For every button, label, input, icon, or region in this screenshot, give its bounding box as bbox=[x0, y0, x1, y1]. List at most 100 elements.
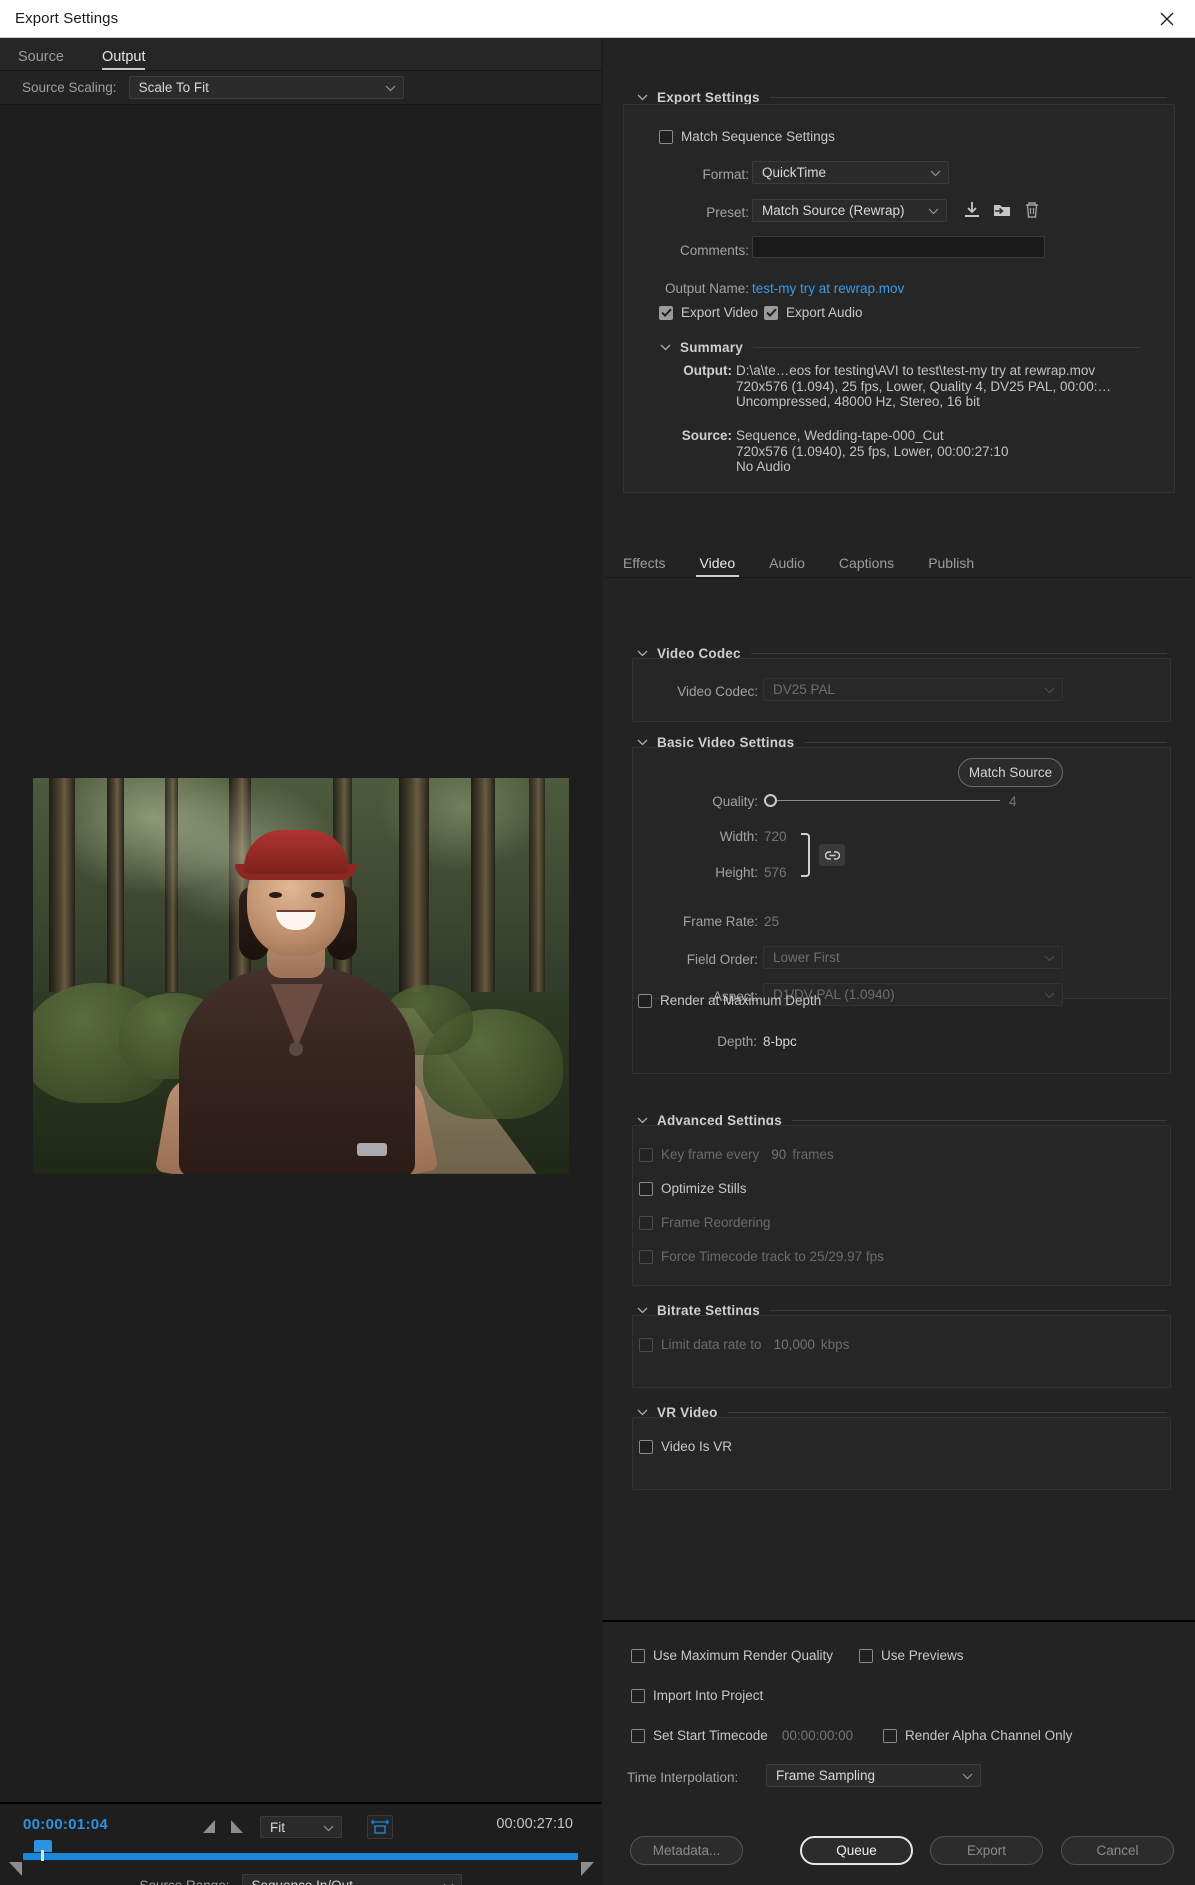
summary-group-header[interactable]: Summary bbox=[660, 340, 1140, 355]
render-max-depth-row[interactable]: Render at Maximum Depth bbox=[638, 993, 821, 1008]
preview-transport-bar: 00:00:01:04 00:00:27:10 Fit Source Range… bbox=[0, 1802, 601, 1885]
use-max-render-quality-label[interactable]: Use Maximum Render Quality bbox=[653, 1648, 833, 1663]
tab-video[interactable]: Video bbox=[695, 555, 740, 577]
video-is-vr-row[interactable]: Video Is VR bbox=[639, 1439, 732, 1454]
use-max-render-quality-checkbox[interactable] bbox=[631, 1648, 645, 1663]
limit-data-rate-value: 10,000 bbox=[773, 1337, 815, 1352]
video-preview-frame[interactable] bbox=[33, 778, 569, 1174]
tab-audio[interactable]: Audio bbox=[765, 555, 809, 577]
import-into-project-checkbox[interactable] bbox=[631, 1688, 645, 1703]
save-preset-icon[interactable] bbox=[962, 200, 982, 225]
tab-output[interactable]: Output bbox=[101, 49, 145, 70]
match-source-button[interactable]: Match Source bbox=[958, 758, 1063, 787]
set-start-timecode-checkbox[interactable] bbox=[631, 1728, 645, 1743]
playhead[interactable] bbox=[34, 1840, 52, 1861]
optimize-stills-row[interactable]: Optimize Stills bbox=[639, 1181, 747, 1196]
delete-preset-icon[interactable] bbox=[1022, 200, 1042, 225]
optimize-stills-label[interactable]: Optimize Stills bbox=[661, 1181, 747, 1196]
preset-select[interactable]: Match Source (Rewrap) bbox=[752, 199, 947, 222]
render-alpha-channel-only-row[interactable]: Render Alpha Channel Only bbox=[883, 1728, 1072, 1743]
render-alpha-channel-only-label[interactable]: Render Alpha Channel Only bbox=[905, 1728, 1072, 1743]
current-timecode[interactable]: 00:00:01:04 bbox=[23, 1816, 108, 1833]
use-previews-checkbox[interactable] bbox=[859, 1648, 873, 1663]
divider bbox=[750, 653, 1167, 654]
format-select[interactable]: QuickTime bbox=[752, 161, 949, 184]
export-audio-label[interactable]: Export Audio bbox=[786, 305, 863, 320]
settings-pane: Export Settings Match Sequence Settings … bbox=[603, 38, 1195, 1885]
timeline-scrubber-track[interactable] bbox=[23, 1853, 578, 1860]
summary-output-line: 720x576 (1.094), 25 fps, Lower, Quality … bbox=[736, 378, 1111, 394]
set-start-timecode-value: 00:00:00:00 bbox=[781, 1728, 854, 1743]
format-label: Format: bbox=[702, 167, 749, 182]
chevron-down-icon[interactable] bbox=[637, 739, 648, 746]
video-preview-area[interactable] bbox=[0, 105, 601, 1802]
set-start-timecode-row[interactable]: Set Start Timecode 00:00:00:00 bbox=[631, 1728, 853, 1743]
chevron-down-icon[interactable] bbox=[660, 344, 671, 351]
import-into-project-row[interactable]: Import Into Project bbox=[631, 1688, 763, 1703]
tab-effects[interactable]: Effects bbox=[619, 555, 670, 577]
tab-publish[interactable]: Publish bbox=[924, 555, 978, 577]
settings-scroll-region[interactable]: Export Settings Match Sequence Settings … bbox=[603, 38, 1195, 1620]
export-video-row[interactable]: Export Video bbox=[659, 305, 758, 320]
video-is-vr-label[interactable]: Video Is VR bbox=[661, 1439, 732, 1454]
use-max-render-quality-row[interactable]: Use Maximum Render Quality bbox=[631, 1648, 833, 1663]
chevron-down-icon[interactable] bbox=[637, 94, 648, 101]
source-scaling-select[interactable]: Scale To Fit bbox=[128, 76, 404, 99]
quality-slider-knob[interactable] bbox=[764, 794, 777, 807]
cancel-button[interactable]: Cancel bbox=[1061, 1836, 1174, 1865]
chevron-down-icon[interactable] bbox=[637, 650, 648, 657]
chevron-down-icon[interactable] bbox=[637, 1307, 648, 1314]
video-codec-panel: Video Codec: DV25 PAL bbox=[632, 658, 1171, 722]
match-sequence-settings-label[interactable]: Match Sequence Settings bbox=[681, 129, 835, 144]
divider bbox=[791, 1120, 1167, 1121]
source-range-value: Sequence In/Out bbox=[251, 1877, 353, 1885]
use-previews-label[interactable]: Use Previews bbox=[881, 1648, 964, 1663]
set-out-point-icon[interactable] bbox=[231, 1820, 243, 1833]
import-preset-icon[interactable] bbox=[992, 200, 1012, 225]
link-dimensions-icon[interactable] bbox=[819, 844, 845, 866]
limit-data-rate-label: Limit data rate to bbox=[661, 1337, 762, 1352]
export-audio-checkbox[interactable] bbox=[764, 305, 778, 320]
bitrate-settings-panel: Limit data rate to 10,000 kbps bbox=[632, 1315, 1171, 1388]
optimize-stills-checkbox[interactable] bbox=[639, 1181, 653, 1196]
render-alpha-channel-only-checkbox[interactable] bbox=[883, 1728, 897, 1743]
output-name-link[interactable]: test-my try at rewrap.mov bbox=[752, 281, 904, 296]
export-video-label[interactable]: Export Video bbox=[681, 305, 758, 320]
tab-source[interactable]: Source bbox=[18, 49, 64, 70]
tree-trunk bbox=[107, 778, 124, 1016]
quality-value[interactable]: 4 bbox=[1009, 794, 1017, 809]
render-max-depth-label[interactable]: Render at Maximum Depth bbox=[660, 993, 821, 1008]
use-previews-row[interactable]: Use Previews bbox=[859, 1648, 964, 1663]
set-start-timecode-label[interactable]: Set Start Timecode bbox=[653, 1728, 768, 1743]
export-video-checkbox[interactable] bbox=[659, 305, 673, 320]
time-interpolation-select[interactable]: Frame Sampling bbox=[766, 1764, 981, 1787]
source-range-label: Source Range: bbox=[139, 1877, 230, 1885]
zoom-level-select[interactable]: Fit bbox=[260, 1816, 342, 1838]
source-range-select[interactable]: Sequence In/Out bbox=[241, 1873, 462, 1885]
chevron-down-icon[interactable] bbox=[637, 1117, 648, 1124]
aspect-ratio-icon[interactable] bbox=[367, 1815, 393, 1839]
import-into-project-label[interactable]: Import Into Project bbox=[653, 1688, 763, 1703]
field-order-select: Lower First bbox=[763, 946, 1063, 969]
match-sequence-settings-checkbox[interactable] bbox=[659, 129, 673, 144]
export-settings-group-header[interactable]: Export Settings bbox=[637, 90, 1167, 105]
video-is-vr-checkbox[interactable] bbox=[639, 1439, 653, 1454]
preview-pane: Source Output Source Scaling: Scale To F… bbox=[0, 38, 601, 1885]
metadata-button[interactable]: Metadata... bbox=[630, 1836, 743, 1865]
export-audio-row[interactable]: Export Audio bbox=[764, 305, 863, 320]
comments-input[interactable] bbox=[752, 236, 1045, 258]
quality-slider-track[interactable] bbox=[764, 800, 1000, 801]
match-sequence-settings-row[interactable]: Match Sequence Settings bbox=[659, 129, 835, 144]
set-in-point-icon[interactable] bbox=[203, 1820, 215, 1833]
tab-captions[interactable]: Captions bbox=[835, 555, 898, 577]
frame-rate-value: 25 bbox=[764, 914, 780, 929]
settings-tabbar: Effects Video Audio Captions Publish bbox=[605, 544, 1193, 578]
divider bbox=[769, 97, 1167, 98]
summary-output-line: D:\a\te…eos for testing\AVI to test\test… bbox=[736, 363, 1096, 378]
vr-video-panel: Video Is VR bbox=[632, 1417, 1171, 1490]
close-icon[interactable] bbox=[1139, 0, 1195, 37]
export-button[interactable]: Export bbox=[930, 1836, 1043, 1865]
queue-button[interactable]: Queue bbox=[800, 1836, 913, 1865]
chevron-down-icon[interactable] bbox=[637, 1409, 648, 1416]
render-max-depth-checkbox[interactable] bbox=[638, 993, 652, 1008]
